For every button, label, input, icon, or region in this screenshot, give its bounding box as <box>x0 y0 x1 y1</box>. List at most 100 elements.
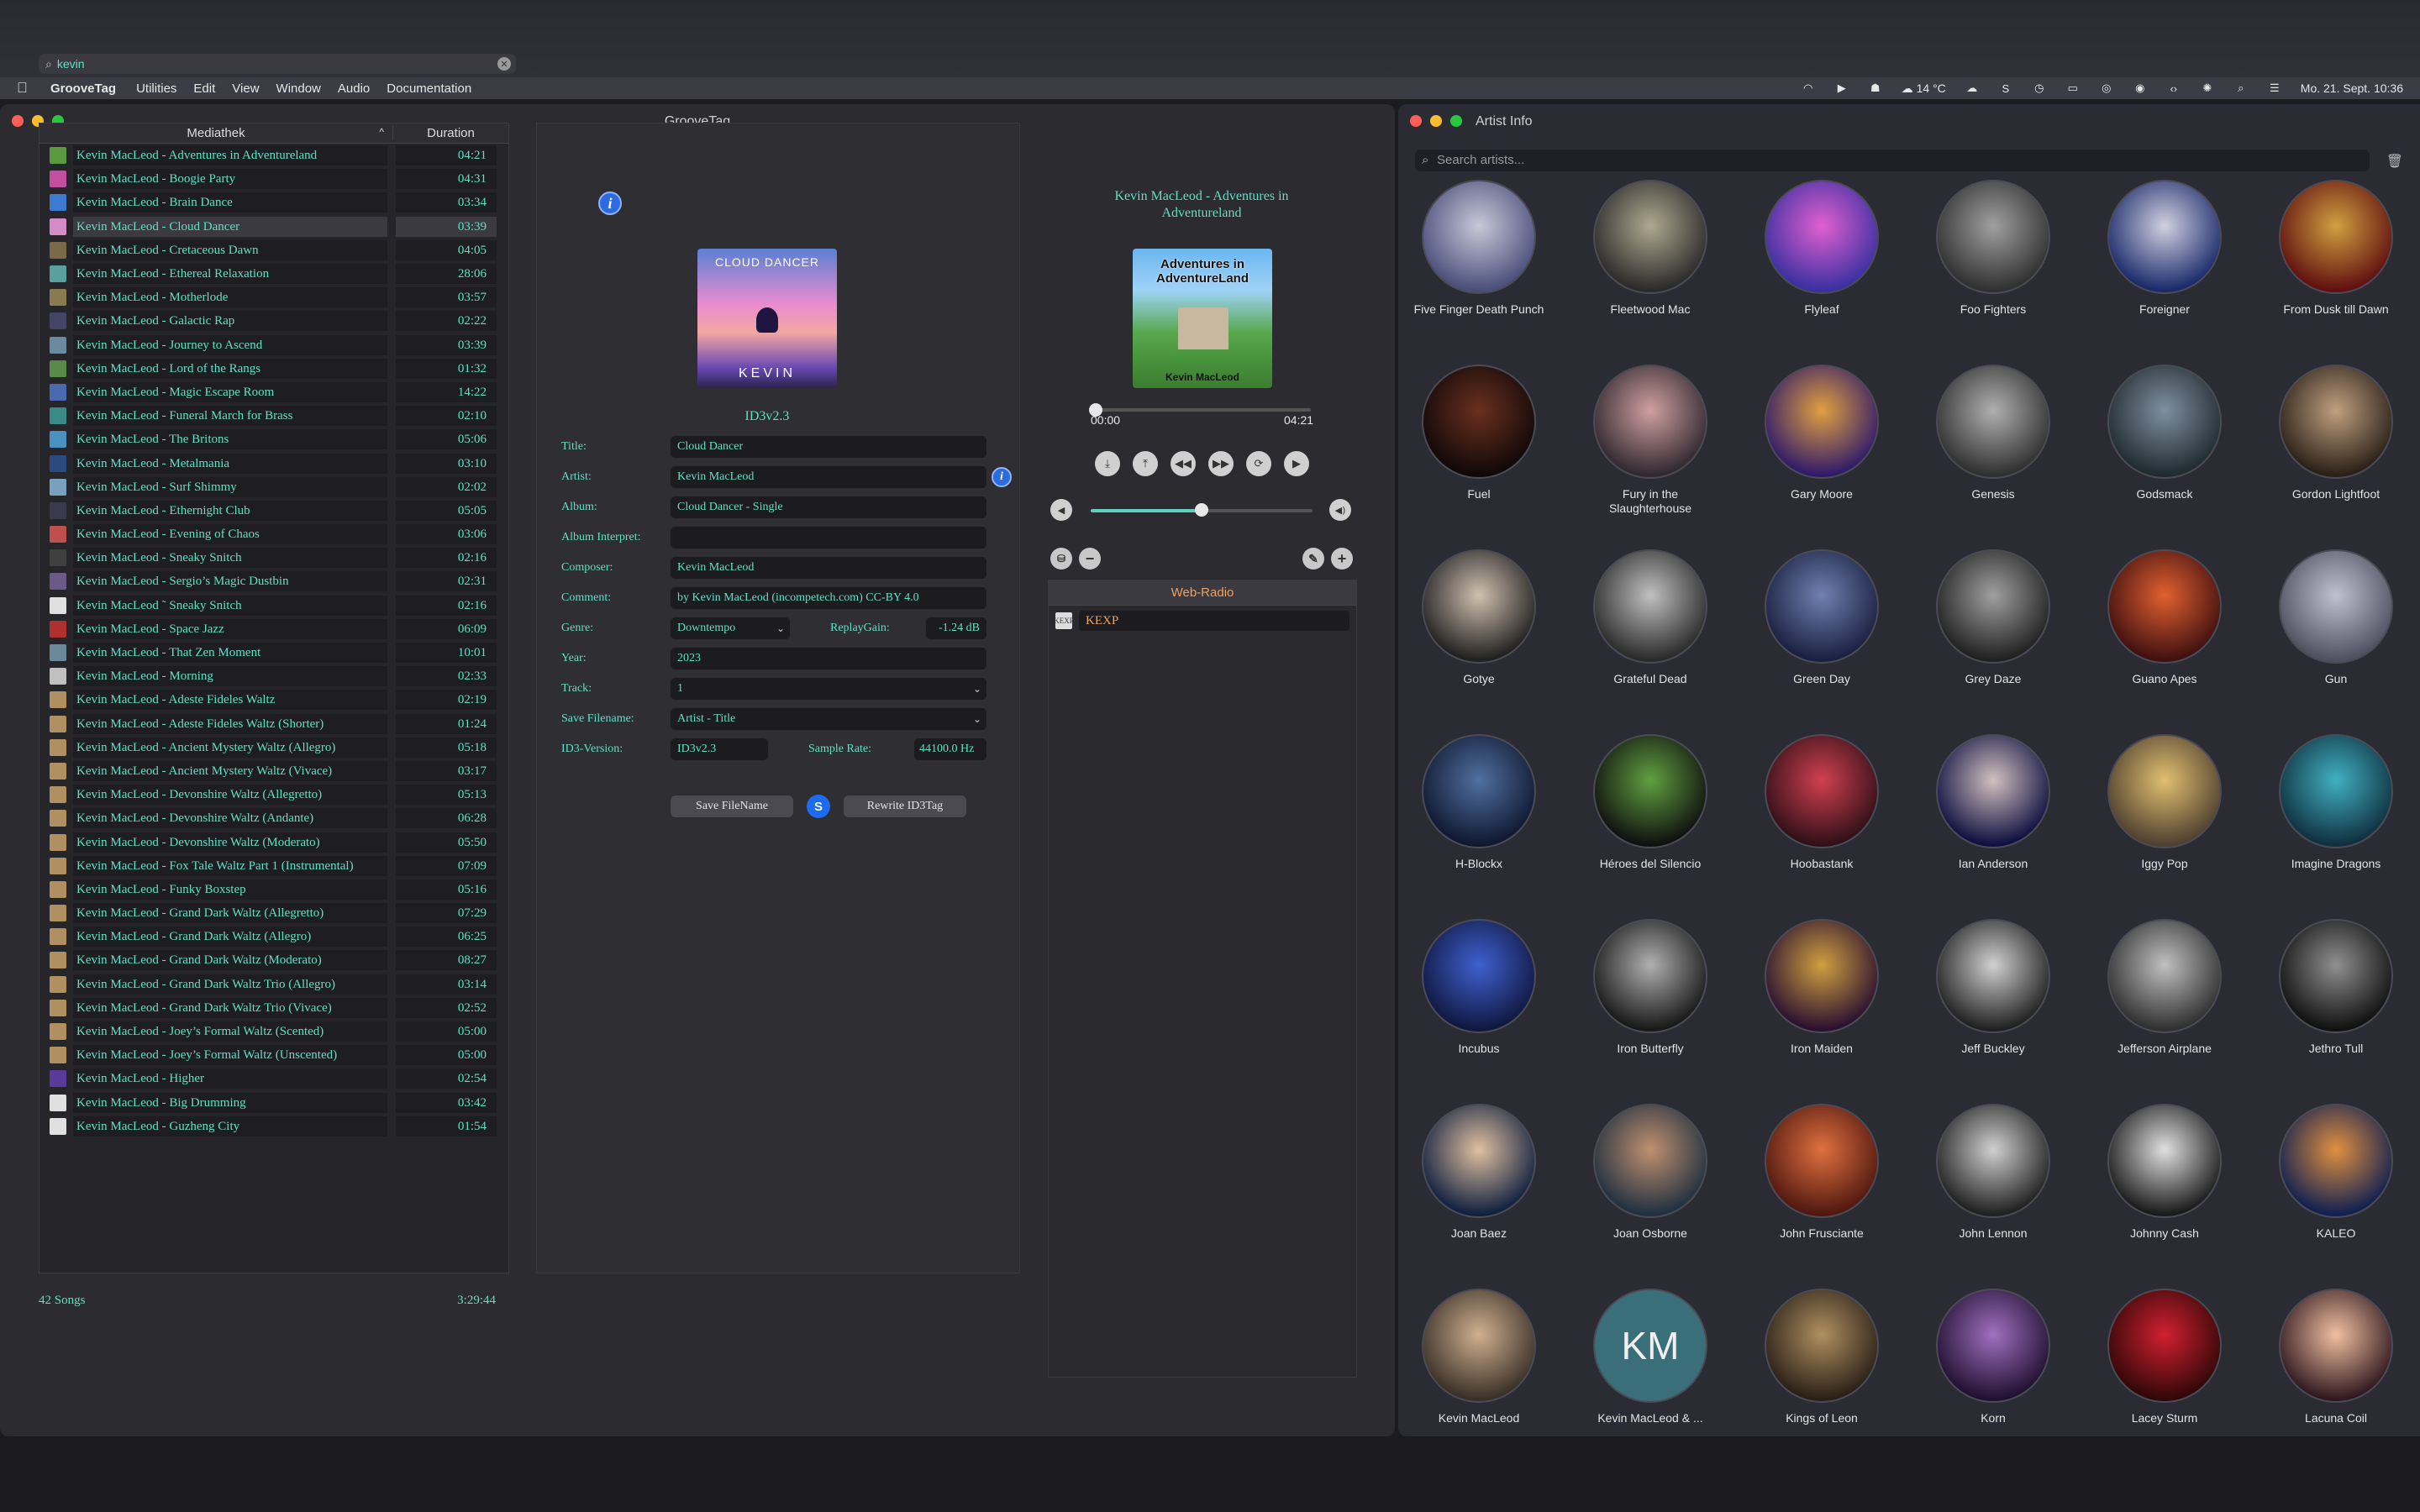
airdrop-icon[interactable]: ◎ <box>2099 81 2114 96</box>
artist-card[interactable]: John Lennon <box>1926 1104 2060 1241</box>
replaygain-field[interactable]: -1.24 dB <box>926 617 986 639</box>
artist-card[interactable]: Jefferson Airplane <box>2097 919 2232 1056</box>
menu-window[interactable]: Window <box>276 81 321 96</box>
table-row[interactable]: Kevin MacLeod - Magic Escape Room 14:22 <box>39 381 508 404</box>
table-row[interactable]: Kevin MacLeod - That Zen Moment 10:01 <box>39 641 508 664</box>
table-row[interactable]: Kevin MacLeod - Ethereal Relaxation 28:06 <box>39 262 508 286</box>
minimize-button[interactable] <box>1430 115 1442 127</box>
artist-card[interactable]: Lacuna Coil <box>2269 1289 2403 1425</box>
table-row[interactable]: Kevin MacLeod - Joey’s Formal Waltz (Uns… <box>39 1043 508 1067</box>
clipboard-icon[interactable]: ▭ <box>2065 81 2081 96</box>
table-row[interactable]: Kevin MacLeod - Boogie Party 04:31 <box>39 167 508 191</box>
table-row[interactable]: Kevin MacLeod - Big Drumming 03:42 <box>39 1091 508 1115</box>
artist-card[interactable]: Joan Baez <box>1412 1104 1546 1241</box>
artist-card[interactable]: KALEO <box>2269 1104 2403 1241</box>
menu-documentation[interactable]: Documentation <box>387 81 471 96</box>
volume-knob[interactable] <box>1195 503 1208 517</box>
artist-card[interactable]: Johnny Cash <box>2097 1104 2232 1241</box>
menu-view[interactable]: View <box>232 81 259 96</box>
menu-utilities[interactable]: Utilities <box>136 81 176 96</box>
artist-card[interactable]: Godsmack <box>2097 365 2232 501</box>
table-row[interactable]: Kevin MacLeod - Space Jazz 06:09 <box>39 617 508 641</box>
clock-datetime[interactable]: Mo. 21. Sept. 10:36 <box>2301 81 2403 95</box>
code-icon[interactable]: ‹› <box>2166 81 2181 96</box>
repeat-icon[interactable]: ⟳ <box>1246 451 1271 476</box>
artist-card[interactable]: Kevin MacLeod <box>1412 1289 1546 1425</box>
artist-card[interactable]: H-Blockx <box>1412 734 1546 871</box>
table-row[interactable]: Kevin MacLeod - Grand Dark Waltz (Modera… <box>39 948 508 972</box>
artist-card[interactable]: Genesis <box>1926 365 2060 501</box>
volume-up-icon[interactable]: ◀) <box>1329 499 1351 521</box>
column-duration-header[interactable]: Duration <box>392 126 508 140</box>
artist-card[interactable]: Joan Osborne <box>1583 1104 1718 1241</box>
close-button[interactable] <box>1410 115 1422 127</box>
table-row[interactable]: Kevin MacLeod - Ancient Mystery Waltz (V… <box>39 759 508 783</box>
search-icon[interactable]: ⌕ <box>2233 81 2249 96</box>
play-status-icon[interactable]: ▶ <box>1834 81 1849 96</box>
title-field[interactable]: Cloud Dancer <box>671 436 986 458</box>
table-row[interactable]: Kevin MacLeod - Evening of Chaos 03:06 <box>39 522 508 546</box>
add-station-button[interactable]: + <box>1331 548 1353 570</box>
shazam-icon[interactable]: S <box>1998 81 2013 96</box>
artist-card[interactable]: Jethro Tull <box>2269 919 2403 1056</box>
control-center-icon[interactable]: ☰ <box>2267 81 2282 96</box>
save-filename-button[interactable]: Save FileName <box>671 795 793 817</box>
artist-card[interactable]: Gotye <box>1412 549 1546 686</box>
clock-icon[interactable]: ◷ <box>2032 81 2047 96</box>
table-row[interactable]: Kevin MacLeod - Funky Boxstep 05:16 <box>39 878 508 901</box>
shazam-button[interactable]: S <box>807 795 830 818</box>
artist-card[interactable]: Iron Butterfly <box>1583 919 1718 1056</box>
id3-version-field[interactable]: ID3v2.3 <box>671 738 768 760</box>
artist-card[interactable]: Foo Fighters <box>1926 180 2060 317</box>
table-row[interactable]: Kevin MacLeod - Adeste Fideles Waltz 02:1… <box>39 688 508 711</box>
album-interpret-field[interactable] <box>671 527 986 549</box>
artist-card[interactable]: Foreigner <box>2097 180 2232 317</box>
table-row[interactable]: Kevin MacLeod - Funeral March for Brass 0… <box>39 404 508 428</box>
table-row[interactable]: Kevin MacLeod - Fox Tale Waltz Part 1 (I… <box>39 854 508 878</box>
remove-station-button[interactable]: − <box>1079 548 1101 570</box>
artist-card[interactable]: Héroes del Silencio <box>1583 734 1718 871</box>
now-playing-cover[interactable]: Adventures in AdventureLand Kevin MacLeo… <box>1133 249 1272 388</box>
table-row[interactable]: Kevin MacLeod - Morning 02:33 <box>39 664 508 688</box>
table-row[interactable]: Kevin MacLeod - Grand Dark Waltz (Allegr… <box>39 901 508 925</box>
artist-card[interactable]: Five Finger Death Punch <box>1412 180 1546 317</box>
artist-card[interactable]: Jeff Buckley <box>1926 919 2060 1056</box>
table-row[interactable]: Kevin MacLeod - Devonshire Waltz (Andant… <box>39 806 508 830</box>
sample-rate-field[interactable]: 44100.0 Hz <box>914 738 986 760</box>
download-icon[interactable]: ⤓ <box>1095 451 1120 476</box>
trash-icon[interactable]: 🗑 <box>2386 153 2403 170</box>
artist-card[interactable]: Green Day <box>1754 549 1889 686</box>
genre-select[interactable]: Downtempo ⌄ <box>671 617 790 639</box>
artist-card[interactable]: Fuel <box>1412 365 1546 501</box>
apple-icon[interactable]:  <box>17 80 35 97</box>
table-row[interactable]: Kevin MacLeod - Metalmania 03:10 <box>39 451 508 475</box>
table-row[interactable]: Kevin MacLeod - Brain Dance 03:34 <box>39 191 508 214</box>
table-row[interactable]: Kevin MacLeod ˜ Sneaky Snitch 02:16 <box>39 594 508 617</box>
fast-forward-icon[interactable]: ▶▶ <box>1208 451 1234 476</box>
artist-card[interactable]: Gary Moore <box>1754 365 1889 501</box>
artist-card[interactable]: Fury in the Slaughterhouse <box>1583 365 1718 516</box>
user-icon[interactable]: ◉ <box>2133 81 2148 96</box>
cloud-icon[interactable]: ☁ <box>1965 81 1980 96</box>
artist-card[interactable]: From Dusk till Dawn <box>2269 180 2403 317</box>
volume-down-icon[interactable]: ◀ <box>1050 499 1072 521</box>
table-row[interactable]: Kevin MacLeod - The Britons 05:06 <box>39 428 508 451</box>
artist-card[interactable]: Flyleaf <box>1754 180 1889 317</box>
artist-card[interactable]: Fleetwood Mac <box>1583 180 1718 317</box>
table-row[interactable]: Kevin MacLeod - Grand Dark Waltz Trio (V… <box>39 996 508 1020</box>
table-row[interactable]: Kevin MacLeod - Motherlode 03:57 <box>39 286 508 309</box>
menu-audio[interactable]: Audio <box>338 81 370 96</box>
artist-card[interactable]: Guano Apes <box>2097 549 2232 686</box>
rewrite-id3tag-button[interactable]: Rewrite ID3Tag <box>844 795 966 817</box>
artist-card[interactable]: KM Kevin MacLeod & ... <box>1583 1289 1718 1425</box>
table-row[interactable]: Kevin MacLeod - Surf Shimmy 02:02 <box>39 475 508 499</box>
artist-card[interactable]: Hoobastank <box>1754 734 1889 871</box>
play-icon[interactable]: ▶ <box>1284 451 1309 476</box>
table-row[interactable]: Kevin MacLeod - Cretaceous Dawn 04:05 <box>39 239 508 262</box>
artist-card[interactable]: Gordon Lightfoot <box>2269 365 2403 501</box>
album-field[interactable]: Cloud Dancer - Single <box>671 496 986 518</box>
menu-app-name[interactable]: GrooveTag <box>50 81 116 96</box>
radio-station-row[interactable]: KEXP KEXP <box>1049 606 1356 636</box>
table-row[interactable]: Kevin MacLeod - Grand Dark Waltz Trio (A… <box>39 973 508 996</box>
artist-card[interactable]: Imagine Dragons <box>2269 734 2403 871</box>
